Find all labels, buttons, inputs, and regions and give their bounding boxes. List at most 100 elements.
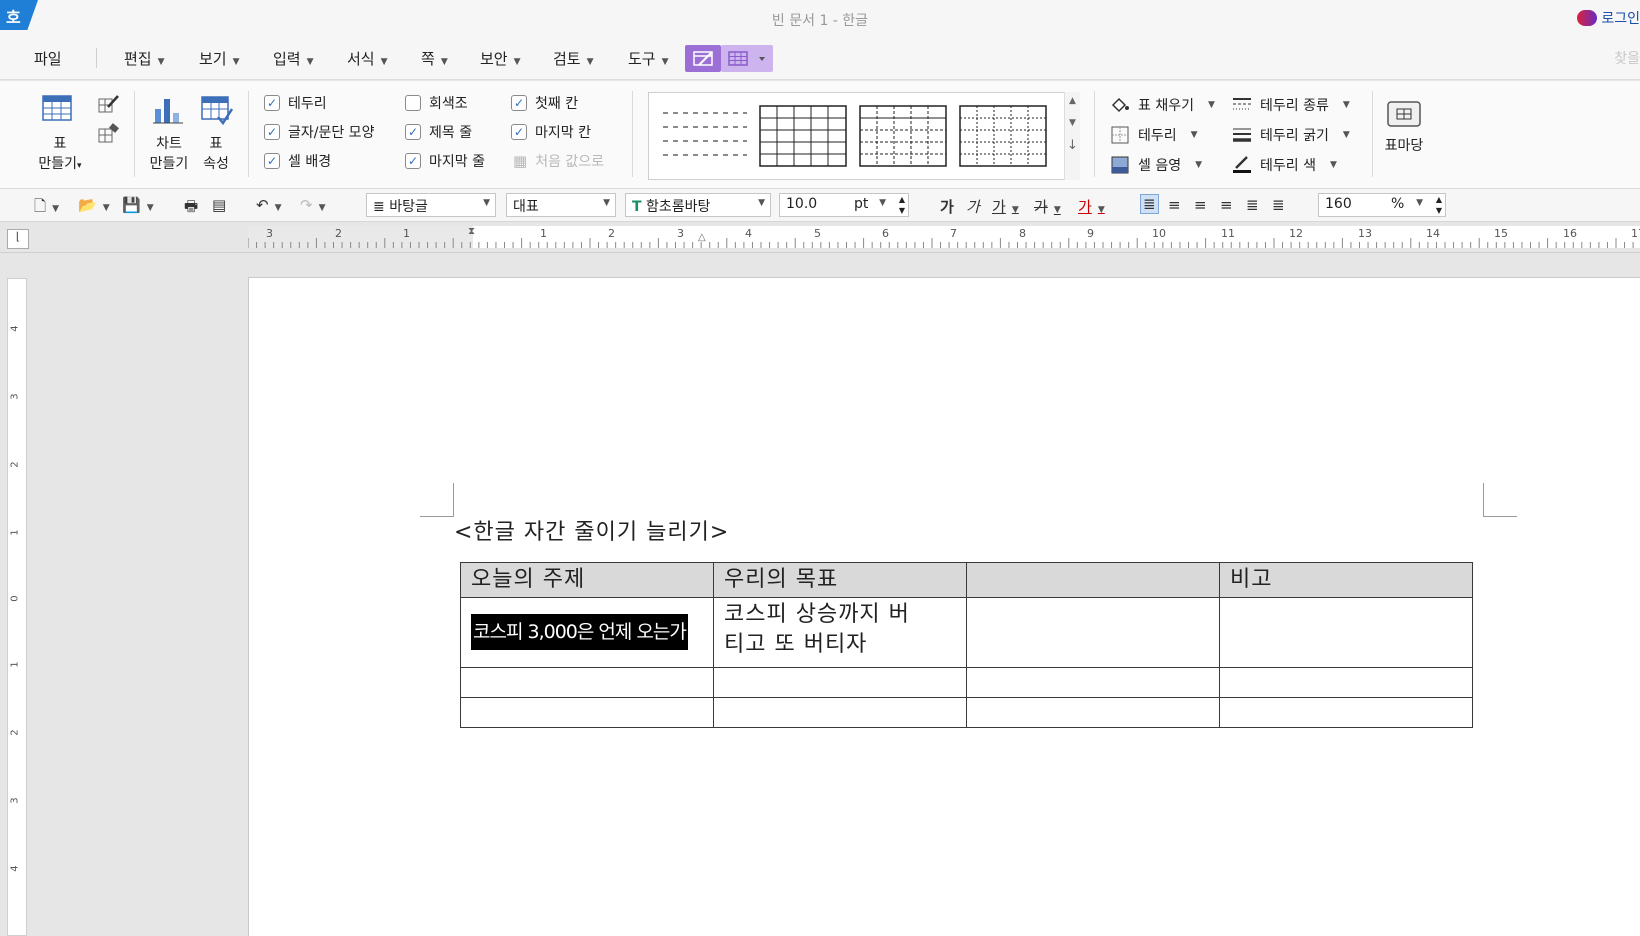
- table-cell[interactable]: [460, 667, 714, 698]
- table-wizard-button[interactable]: [1386, 98, 1422, 132]
- italic-icon[interactable]: 가: [966, 196, 980, 217]
- find-field[interactable]: 찾을: [1614, 48, 1640, 68]
- menu-tools[interactable]: 도구 ▼: [628, 48, 669, 69]
- check-grayscale[interactable]: 회색조: [405, 93, 468, 113]
- chevron-down-icon: ▼: [758, 198, 765, 208]
- chevron-down-icon: ▼: [1329, 160, 1337, 170]
- font-size-input[interactable]: 10.0 pt ▼ ▲ ▼: [779, 193, 909, 217]
- document-heading[interactable]: <한글 자간 줄이기 늘리기>: [454, 514, 729, 546]
- table-cell-goal[interactable]: 코스피 상승까지 버 티고 또 버티자: [713, 597, 967, 668]
- table-layout-tab[interactable]: [721, 45, 773, 72]
- menu-insert[interactable]: 입력 ▼: [273, 48, 314, 69]
- table-cell-goal-header[interactable]: 우리의 목표: [713, 562, 967, 598]
- check-header-row[interactable]: ✓ 제목 줄: [405, 122, 472, 142]
- border-button[interactable]: 테두리 ▼: [1110, 125, 1198, 145]
- indent-marker-icon[interactable]: ⧗: [468, 226, 475, 237]
- table-cell[interactable]: [1219, 697, 1473, 728]
- align-justify-icon[interactable]: ≣: [1140, 194, 1159, 214]
- table-edit-button[interactable]: [98, 93, 120, 119]
- chevron-down-icon: ▼: [1207, 100, 1215, 110]
- table-cell[interactable]: [966, 667, 1220, 698]
- table-cell-note-header[interactable]: 비고: [1219, 562, 1473, 598]
- table-style-none[interactable]: [661, 105, 749, 167]
- check-last-column[interactable]: ✓ 마지막 칸: [511, 122, 591, 142]
- scroll-down-icon[interactable]: ▼: [1065, 118, 1080, 128]
- font-select[interactable]: T 함초롬바탕 ▼: [625, 193, 771, 217]
- menu-review[interactable]: 검토 ▼: [553, 48, 594, 69]
- preview-icon[interactable]: ▤: [212, 196, 226, 214]
- new-document-icon[interactable]: 🗋 ▼: [34, 196, 59, 221]
- table-eraser-button[interactable]: [98, 123, 120, 149]
- redo-icon[interactable]: ↷ ▼: [300, 196, 326, 214]
- save-icon[interactable]: 💾 ▼: [122, 196, 154, 214]
- align-left-icon[interactable]: ≡: [1168, 196, 1181, 214]
- underline-icon[interactable]: 가 ▼: [992, 196, 1019, 217]
- table-cell[interactable]: [966, 597, 1220, 668]
- open-folder-icon[interactable]: 📂 ▼: [78, 196, 110, 214]
- check-last-row[interactable]: ✓ 마지막 줄: [405, 151, 485, 171]
- table-style-dotted[interactable]: [959, 105, 1047, 167]
- align-right-icon[interactable]: ≡: [1220, 196, 1233, 214]
- cell-shading-button[interactable]: 셀 음영 ▼: [1110, 155, 1202, 175]
- ruler-label: 2: [335, 227, 342, 240]
- table-cell[interactable]: [1219, 667, 1473, 698]
- scroll-up-icon[interactable]: ▲: [1065, 96, 1080, 106]
- menu-edit[interactable]: 편집 ▼: [124, 48, 165, 69]
- check-first-column[interactable]: ✓ 첫째 칸: [511, 93, 578, 113]
- table-make-button[interactable]: [40, 93, 74, 127]
- language-select[interactable]: 대표 ▼: [506, 193, 616, 217]
- chevron-down-icon: ▼: [1190, 130, 1198, 140]
- table-style-inner-dashed[interactable]: [859, 105, 947, 167]
- table-fill-button[interactable]: 표 채우기 ▼: [1110, 95, 1215, 115]
- print-icon[interactable]: 🖶: [184, 196, 198, 221]
- border-color-label: 테두리 색: [1260, 158, 1316, 174]
- login-button[interactable]: 로그인: [1577, 8, 1640, 28]
- menu-view[interactable]: 보기 ▼: [199, 48, 240, 69]
- chart-make-button[interactable]: [152, 95, 184, 129]
- undo-icon[interactable]: ↶ ▼: [256, 196, 282, 214]
- table-cell-topic[interactable]: 코스피 3,000은 언제 오는가: [460, 597, 714, 668]
- bold-icon[interactable]: 가: [940, 196, 954, 217]
- border-grid-icon: [1111, 126, 1129, 144]
- table-cell[interactable]: [1219, 597, 1473, 668]
- table-design-tab[interactable]: [685, 45, 721, 72]
- border-color-button[interactable]: 테두리 색 ▼: [1232, 155, 1337, 175]
- table-cell[interactable]: [713, 697, 967, 728]
- menu-security[interactable]: 보안 ▼: [480, 48, 521, 69]
- table-cell[interactable]: [460, 697, 714, 728]
- check-border[interactable]: ✓ 테두리: [264, 93, 327, 113]
- table-cell[interactable]: [713, 667, 967, 698]
- menu-format[interactable]: 서식 ▼: [347, 48, 388, 69]
- align-split-icon[interactable]: ≣: [1272, 196, 1285, 214]
- tab-stop-selector-icon[interactable]: ⌊: [7, 229, 29, 249]
- vertical-ruler[interactable]: 4 3 2 1 0 1 2 3 4: [7, 278, 27, 936]
- zoom-input[interactable]: 160% ▼ ▲ ▼: [1318, 193, 1446, 217]
- document-table[interactable]: 오늘의 주제 우리의 목표 비고 코스피 3,000은 언제 오는가 코스피 상…: [460, 562, 1473, 728]
- align-distribute-icon[interactable]: ≣: [1246, 196, 1259, 214]
- table-properties-button[interactable]: [200, 95, 234, 131]
- right-indent-marker-icon[interactable]: △: [698, 232, 706, 243]
- border-width-button[interactable]: 테두리 굵기 ▼: [1232, 125, 1350, 145]
- reset-style-button[interactable]: ▦ 처음 값으로: [513, 151, 604, 171]
- paragraph-style-select[interactable]: ≣ 바탕글 ▼: [366, 193, 496, 217]
- spinner-icon[interactable]: ▲ ▼: [1436, 194, 1442, 216]
- table-cell-empty-header[interactable]: [966, 562, 1220, 598]
- strikethrough-icon[interactable]: 가 ▼: [1034, 196, 1061, 217]
- font-color-icon[interactable]: 가 ▼: [1078, 196, 1105, 217]
- table-style-grid[interactable]: [759, 105, 847, 167]
- vruler-label: 1: [9, 529, 21, 536]
- selected-text[interactable]: 코스피 3,000은 언제 오는가: [471, 614, 688, 650]
- spinner-icon[interactable]: ▲ ▼: [899, 194, 905, 216]
- check-char-para-shape[interactable]: ✓ 글자/문단 모양: [264, 122, 374, 142]
- table-cell-topic-header[interactable]: 오늘의 주제: [460, 562, 714, 598]
- menu-page[interactable]: 쪽 ▼: [421, 48, 448, 69]
- menu-file[interactable]: 파일: [34, 48, 62, 69]
- ruler-label: 16: [1563, 227, 1577, 240]
- table-cell[interactable]: [966, 697, 1220, 728]
- horizontal-ruler[interactable]: ⌊ 3 2 1 1 2 3 4 5 6 7 8 9 10 11 12 13 14…: [0, 222, 1640, 253]
- border-type-button[interactable]: 테두리 종류 ▼: [1232, 95, 1350, 115]
- gallery-scrollbar[interactable]: ▲ ▼ ↓: [1064, 92, 1080, 180]
- align-center-icon[interactable]: ≡: [1194, 196, 1207, 214]
- check-cell-background[interactable]: ✓ 셀 배경: [264, 151, 331, 171]
- gallery-expand-icon[interactable]: ↓: [1065, 138, 1080, 153]
